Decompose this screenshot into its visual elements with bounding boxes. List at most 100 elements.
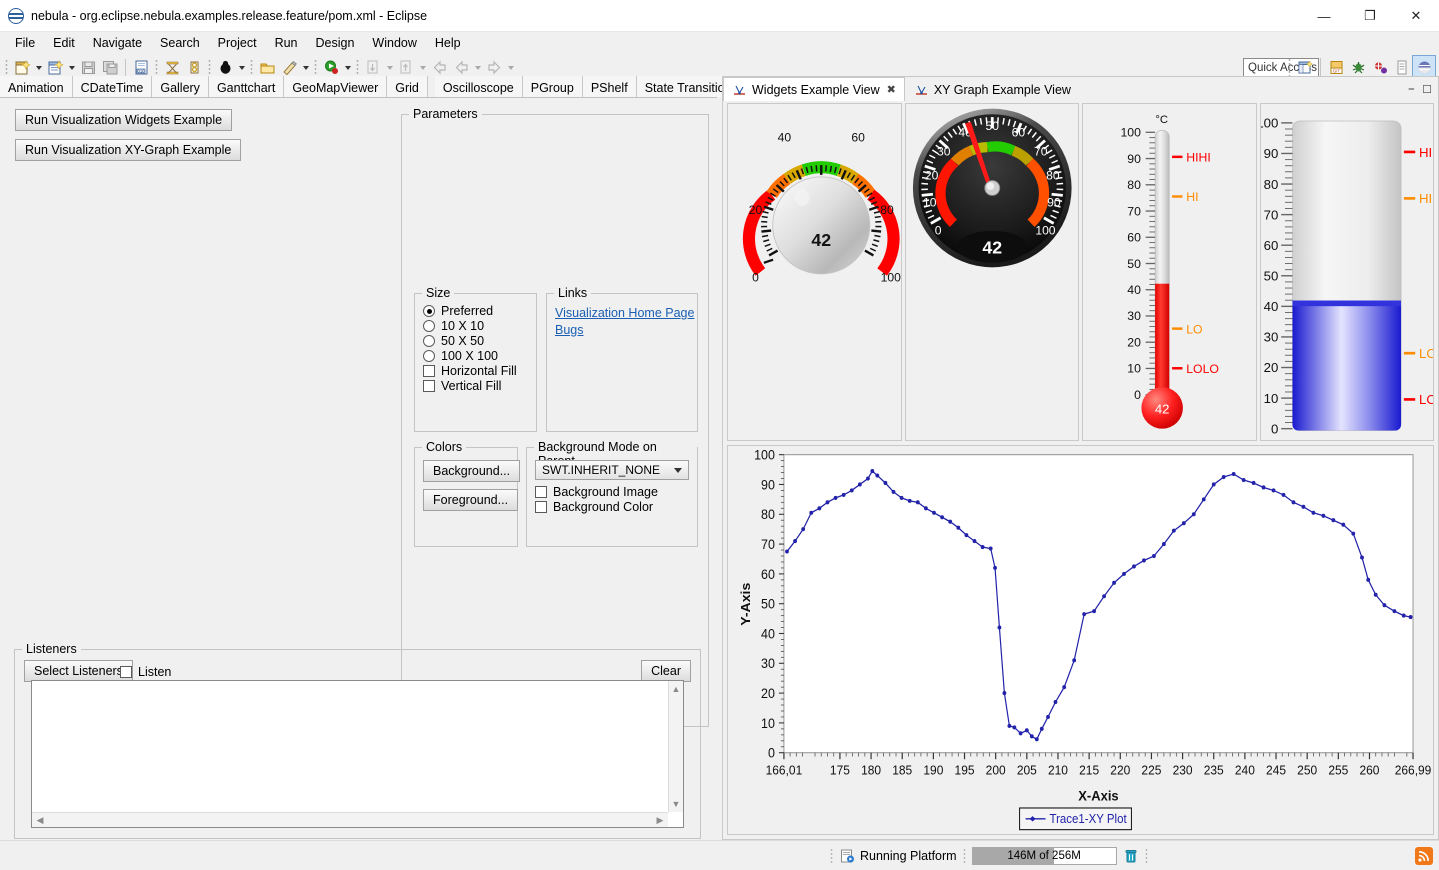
status-separator-3: [1145, 848, 1148, 864]
tank-marker-hihi: HIHI: [1418, 145, 1433, 160]
trace-point: [1152, 554, 1156, 558]
knob-tick-80: 80: [880, 203, 894, 217]
knob-gauge[interactable]: 42 20 40 60 80 0 100: [728, 104, 901, 440]
marker-hihi: HIHI: [1186, 151, 1211, 165]
checkbox-background-color[interactable]: Background Color: [535, 500, 689, 514]
maximize-view-icon[interactable]: ☐: [1422, 83, 1432, 96]
menu-run[interactable]: Run: [266, 34, 307, 52]
scroll-up-icon[interactable]: ▲: [669, 683, 683, 695]
xy-graph[interactable]: 0102030405060708090100 166,0117518018519…: [727, 445, 1434, 835]
marker-lolo: LOLO: [1186, 362, 1219, 376]
clear-button[interactable]: Clear: [641, 660, 691, 682]
x-tick-190: 190: [923, 763, 943, 778]
trace-point: [1262, 485, 1266, 489]
minimize-view-icon[interactable]: ⎯: [1409, 83, 1415, 96]
scroll-down-icon[interactable]: ▼: [669, 798, 683, 810]
radio-10x10-indicator: [423, 320, 435, 332]
radio-10x10[interactable]: 10 X 10: [423, 319, 536, 333]
background-color-button[interactable]: Background...: [423, 460, 520, 482]
thermometer-tick-0: 0: [1134, 388, 1141, 402]
debug-perspective-icon[interactable]: [1347, 56, 1369, 78]
tab-cdatetime[interactable]: CDateTime: [73, 76, 153, 97]
thermometer-tick-50: 50: [1127, 257, 1141, 271]
menu-search[interactable]: Search: [151, 34, 209, 52]
chevron-down-icon: [674, 468, 682, 473]
tab-gallery[interactable]: Gallery: [152, 76, 209, 97]
listeners-vertical-scrollbar[interactable]: ▲ ▼: [668, 681, 683, 812]
foreground-color-button[interactable]: Foreground...: [423, 489, 518, 511]
trace-point: [1112, 581, 1116, 585]
toolbar-drag-handle-3[interactable]: [208, 59, 211, 77]
knob-tick-0: 0: [752, 270, 759, 284]
minimize-button[interactable]: —: [1301, 0, 1347, 32]
listeners-horizontal-scrollbar[interactable]: ◀ ▶: [32, 812, 668, 827]
close-icon[interactable]: ✖: [887, 83, 896, 96]
rss-icon[interactable]: [1415, 847, 1433, 865]
menu-window[interactable]: Window: [363, 34, 425, 52]
checkbox-listen-label: Listen: [138, 665, 171, 679]
checkbox-listen[interactable]: Listen: [120, 665, 171, 679]
meter-tick-60: 60: [1011, 126, 1025, 140]
menu-project[interactable]: Project: [209, 34, 266, 52]
menu-edit[interactable]: Edit: [44, 34, 84, 52]
toolbar-drag-handle-5[interactable]: [314, 59, 317, 77]
radio-50x50-indicator: [423, 335, 435, 347]
git-perspective-icon[interactable]: GIT: [1325, 56, 1347, 78]
tab-widgets-example-view[interactable]: Widgets Example View ✖: [723, 77, 905, 101]
radio-preferred[interactable]: Preferred: [423, 304, 536, 318]
toolbar-drag-handle[interactable]: [5, 59, 8, 77]
checkbox-vertical-fill[interactable]: Vertical Fill: [423, 379, 536, 393]
menu-file[interactable]: File: [6, 34, 44, 52]
run-widgets-example-button[interactable]: Run Visualization Widgets Example: [15, 109, 232, 131]
meter-gauge[interactable]: 0 10 20 30 40 50 60 70 80 90 100: [906, 104, 1079, 440]
checkbox-background-image[interactable]: Background Image: [535, 485, 689, 499]
tab-ganttchart[interactable]: Ganttchart: [209, 76, 284, 97]
heap-monitor[interactable]: 146M of 256M: [972, 847, 1117, 865]
select-listeners-button[interactable]: Select Listeners: [24, 660, 133, 682]
link-visualization-home-page[interactable]: Visualization Home Page: [555, 306, 697, 320]
tab-xy-graph-example-view[interactable]: XY Graph Example View: [905, 77, 1080, 101]
perspective-drag-handle[interactable]: [1288, 58, 1291, 76]
planning-perspective-icon[interactable]: [1391, 56, 1413, 78]
editor-body: Run Visualization Widgets Example Run Vi…: [0, 98, 717, 840]
trash-icon[interactable]: [1123, 848, 1139, 864]
tab-animation[interactable]: Animation: [0, 76, 73, 97]
toolbar-drag-handle-4[interactable]: [250, 59, 253, 77]
toolbar-drag-handle-6[interactable]: [356, 59, 359, 77]
run-xy-graph-example-button[interactable]: Run Visualization XY-Graph Example: [15, 139, 241, 161]
listeners-log-textarea[interactable]: ▲ ▼ ◀ ▶: [31, 680, 684, 828]
background-mode-combo[interactable]: SWT.INHERIT_NONE: [535, 460, 689, 480]
team-perspective-icon[interactable]: [1369, 56, 1391, 78]
radio-50x50[interactable]: 50 X 50: [423, 334, 536, 348]
y-tick-20: 20: [761, 686, 775, 702]
x-tick-225: 225: [1141, 763, 1161, 778]
tab-pshelf[interactable]: PShelf: [583, 76, 637, 97]
tab-geomapviewer[interactable]: GeoMapViewer: [284, 76, 387, 97]
scroll-right-icon[interactable]: ▶: [654, 813, 666, 827]
meter-tick-30: 30: [936, 144, 950, 158]
editor-tab-bar: Animation CDateTime Gallery Ganttchart G…: [0, 76, 717, 98]
radio-100x100[interactable]: 100 X 100: [423, 349, 536, 363]
tab-pgroup[interactable]: PGroup: [523, 76, 583, 97]
scroll-left-icon[interactable]: ◀: [34, 813, 46, 827]
menu-design[interactable]: Design: [307, 34, 364, 52]
radio-50x50-label: 50 X 50: [441, 334, 484, 348]
close-button[interactable]: ✕: [1393, 0, 1439, 32]
checkbox-horizontal-fill[interactable]: Horizontal Fill: [423, 364, 536, 378]
restore-button[interactable]: ❐: [1347, 0, 1393, 32]
nebula-perspective-icon[interactable]: [1413, 56, 1435, 78]
menu-navigate[interactable]: Navigate: [84, 34, 151, 52]
thermometer-tick-80: 80: [1127, 178, 1141, 192]
open-perspective-icon[interactable]: [1294, 56, 1316, 78]
menu-help[interactable]: Help: [426, 34, 470, 52]
trace-point: [1132, 564, 1136, 568]
tab-oscilloscope[interactable]: Oscilloscope: [435, 76, 523, 97]
link-bugs[interactable]: Bugs: [555, 323, 697, 337]
legend: Trace1-XY Plot: [1020, 808, 1132, 830]
thermometer[interactable]: °C 0102030405060708090100 HIHI HI LO: [1083, 104, 1256, 440]
toolbar-drag-handle-2[interactable]: [155, 59, 158, 77]
tab-grid[interactable]: Grid: [387, 76, 428, 97]
xy-graph-svg[interactable]: 0102030405060708090100 166,0117518018519…: [728, 446, 1433, 834]
background-mode-group: Background Mode on Parent SWT.INHERIT_NO…: [526, 447, 698, 547]
tank-gauge[interactable]: 0102030405060708090100 HIHI HI LO LOLO: [1261, 104, 1434, 440]
